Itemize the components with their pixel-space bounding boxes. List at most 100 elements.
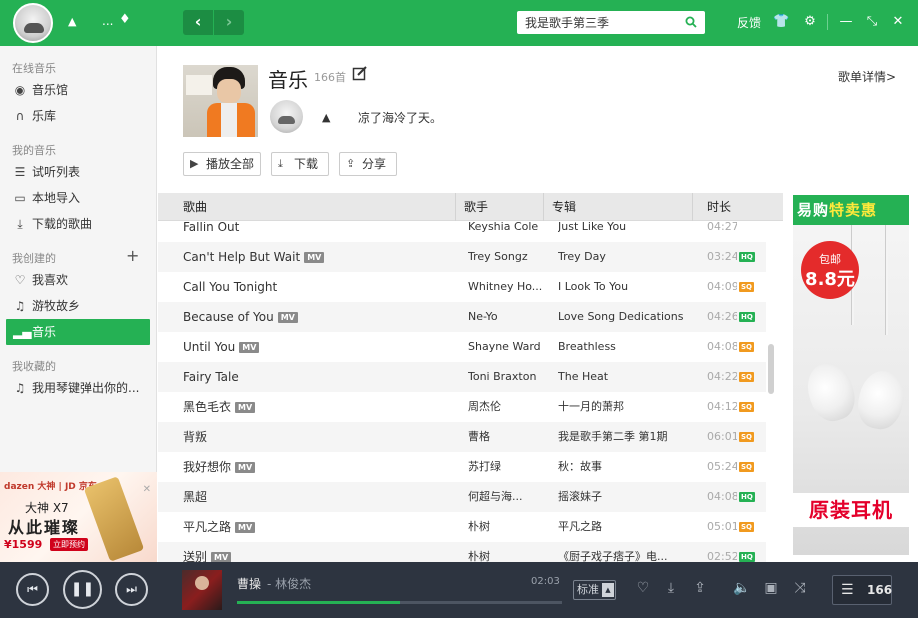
download-icon[interactable]: ⤓	[662, 580, 680, 596]
table-row[interactable]: 黑色毛衣 MV 周杰伦 十一月的萧邦 04:12 SQ	[158, 392, 766, 422]
playlist-details-link[interactable]: 歌单详情>	[838, 68, 896, 85]
triangle-icon[interactable]: ▲	[68, 15, 76, 28]
sidebar-item-playlist-music[interactable]: ▂▄ 音乐	[6, 319, 150, 345]
song-title-cell[interactable]: Call You Tonight	[183, 272, 453, 302]
mv-badge[interactable]: MV	[235, 402, 256, 413]
ad-cta-button[interactable]: 立即预约	[50, 538, 88, 551]
album-cell[interactable]: 秋：故事	[558, 452, 686, 482]
album-cell[interactable]: Love Song Dedications	[558, 302, 686, 332]
now-playing-artist[interactable]: - 林俊杰	[267, 575, 311, 592]
column-header-album[interactable]: 专辑	[543, 193, 692, 221]
heart-icon[interactable]: ♡	[634, 580, 652, 596]
right-ad-banner[interactable]: 易购特卖惠 包邮 8.8元 原装耳机	[793, 195, 909, 555]
mv-badge[interactable]: MV	[239, 342, 260, 353]
lyrics-icon[interactable]: ▣	[762, 580, 780, 596]
table-row[interactable]: 送别 MV 朴树 《厨子戏子痞子》电... 02:52 HQ	[158, 542, 766, 562]
song-title-cell[interactable]: 送别 MV	[183, 542, 453, 562]
table-row[interactable]: 背叛 曹格 我是歌手第二季 第1期 06:01 SQ	[158, 422, 766, 452]
add-playlist-icon[interactable]: +	[126, 246, 139, 265]
artist-cell[interactable]: Shayne Ward	[468, 332, 548, 362]
album-cell[interactable]: 我是歌手第二季 第1期	[558, 422, 686, 452]
artist-cell[interactable]: 何超与海...	[468, 482, 548, 512]
close-icon[interactable]: ✕	[890, 14, 906, 29]
song-title-cell[interactable]: Until You MV	[183, 332, 453, 362]
edit-icon[interactable]	[352, 66, 367, 81]
artist-cell[interactable]: 朴树	[468, 542, 548, 562]
sidebar-item-collected-playlist[interactable]: ♫ 我用琴键弹出你的...	[6, 375, 150, 401]
album-cell[interactable]: 摇滚妹子	[558, 482, 686, 512]
previous-button[interactable]: ⏮	[16, 573, 49, 606]
table-row[interactable]: 我好想你 MV 苏打绿 秋：故事 05:24 SQ	[158, 452, 766, 482]
sidebar-item-trial-list[interactable]: ☰ 试听列表	[6, 159, 150, 185]
artist-cell[interactable]: Keyshia Cole	[468, 222, 548, 242]
progress-bar[interactable]	[237, 601, 562, 604]
table-row[interactable]: 平凡之路 MV 朴树 平凡之路 05:01 SQ	[158, 512, 766, 542]
download-button[interactable]: ⤓ 下载	[271, 152, 329, 176]
artist-cell[interactable]: Whitney Ho...	[468, 272, 548, 302]
next-button[interactable]: ⏭	[115, 573, 148, 606]
forward-button[interactable]: ›	[214, 10, 244, 35]
album-cell[interactable]: I Look To You	[558, 272, 686, 302]
minimize-icon[interactable]: —	[838, 14, 854, 29]
close-icon[interactable]: ✕	[143, 484, 151, 495]
column-header-duration[interactable]: 时长	[692, 193, 783, 221]
artist-cell[interactable]: 周杰伦	[468, 392, 548, 422]
sidebar-item-music-hall[interactable]: ◉ 音乐馆	[6, 77, 150, 103]
shuffle-icon[interactable]: ⤨	[791, 580, 809, 596]
mv-badge[interactable]: MV	[235, 462, 256, 473]
artist-cell[interactable]: 朴树	[468, 512, 548, 542]
sidebar-item-downloads[interactable]: ⤓ 下载的歌曲	[6, 211, 150, 237]
artist-cell[interactable]: Toni Braxton	[468, 362, 548, 392]
album-cell[interactable]: 《厨子戏子痞子》电...	[558, 542, 686, 562]
album-cell[interactable]: Breathless	[558, 332, 686, 362]
sidebar-ad-banner[interactable]: dazen 大神 | JD 京东 ✕ 大神 X7 从此璀璨 ¥1599 立即预约	[0, 472, 157, 562]
skin-shirt-icon[interactable]: 👕	[773, 14, 789, 29]
mv-badge[interactable]: MV	[235, 522, 256, 533]
album-cell[interactable]: 平凡之路	[558, 512, 686, 542]
album-cell[interactable]: Trey Day	[558, 242, 686, 272]
mv-badge[interactable]: MV	[277, 312, 298, 323]
feedback-link[interactable]: 反馈	[737, 14, 761, 31]
owner-avatar[interactable]	[270, 100, 303, 133]
gear-icon[interactable]: ⚙	[802, 14, 818, 29]
mv-badge[interactable]: MV	[304, 252, 325, 263]
sidebar-item-library[interactable]: ∩ 乐库	[6, 103, 150, 129]
song-title-cell[interactable]: 黑超	[183, 482, 453, 512]
song-title-cell[interactable]: Because of You MV	[183, 302, 453, 332]
artist-cell[interactable]: 曹格	[468, 422, 548, 452]
scrollbar[interactable]	[768, 344, 774, 394]
song-title-cell[interactable]: Can't Help But Wait MV	[183, 242, 453, 272]
playlist-cover[interactable]	[183, 65, 258, 137]
artist-cell[interactable]: 苏打绿	[468, 452, 548, 482]
table-row[interactable]: Fallin Out Keyshia Cole Just Like You 04:27	[158, 222, 766, 242]
quality-select[interactable]: 标准 ▲	[573, 580, 616, 600]
share-icon[interactable]: ⇪	[691, 580, 709, 596]
table-row[interactable]: Fairy Tale Toni Braxton The Heat 04:22 SQ	[158, 362, 766, 392]
volume-icon[interactable]: 🔈	[733, 580, 751, 596]
artist-cell[interactable]: Ne-Yo	[468, 302, 548, 332]
table-row[interactable]: Call You Tonight Whitney Ho... I Look To Y…	[158, 272, 766, 302]
sidebar-item-local-import[interactable]: ▭ 本地导入	[6, 185, 150, 211]
column-header-title[interactable]: 歌曲	[158, 193, 455, 221]
share-button[interactable]: ⇪ 分享	[339, 152, 397, 176]
vip-diamond-icon[interactable]: ♦	[119, 12, 131, 27]
search-icon[interactable]	[685, 16, 697, 28]
song-title-cell[interactable]: 背叛	[183, 422, 453, 452]
play-all-button[interactable]: ▶ 播放全部	[183, 152, 261, 176]
table-row[interactable]: Because of You MV Ne-Yo Love Song Dedicatio…	[158, 302, 766, 332]
search-input[interactable]	[525, 14, 675, 31]
mv-badge[interactable]: MV	[211, 552, 232, 562]
user-avatar[interactable]	[13, 3, 53, 43]
playlist-queue-button[interactable]: ☰ 166	[832, 575, 892, 605]
song-title-cell[interactable]: Fallin Out	[183, 222, 453, 242]
back-button[interactable]: ‹	[183, 10, 213, 35]
sidebar-item-playlist-nomad[interactable]: ♫ 游牧故乡	[6, 293, 150, 319]
album-cell[interactable]: 十一月的萧邦	[558, 392, 686, 422]
song-title-cell[interactable]: 黑色毛衣 MV	[183, 392, 453, 422]
album-cell[interactable]: The Heat	[558, 362, 686, 392]
table-row[interactable]: 黑超 何超与海... 摇滚妹子 04:08 HQ	[158, 482, 766, 512]
username[interactable]: ...	[102, 14, 113, 28]
song-title-cell[interactable]: 我好想你 MV	[183, 452, 453, 482]
table-row[interactable]: Can't Help But Wait MV Trey Songz Trey Day 0…	[158, 242, 766, 272]
album-cell[interactable]: Just Like You	[558, 222, 686, 242]
